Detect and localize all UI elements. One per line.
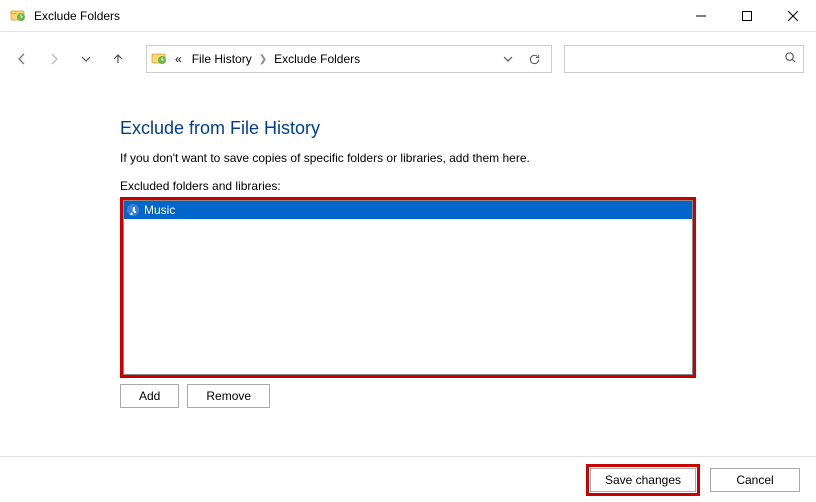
up-button[interactable] bbox=[104, 45, 132, 73]
music-library-icon bbox=[126, 203, 140, 217]
excluded-folders-listbox[interactable]: Music bbox=[123, 200, 693, 375]
search-input[interactable] bbox=[571, 52, 784, 66]
minimize-button[interactable] bbox=[678, 0, 724, 32]
search-box[interactable] bbox=[564, 45, 804, 73]
recent-dropdown-icon[interactable] bbox=[72, 45, 100, 73]
page-title: Exclude from File History bbox=[120, 118, 796, 139]
remove-button[interactable]: Remove bbox=[187, 384, 270, 408]
location-icon bbox=[151, 51, 167, 67]
window-title: Exclude Folders bbox=[34, 9, 678, 23]
list-item-label: Music bbox=[144, 203, 175, 217]
list-buttons: Add Remove bbox=[120, 384, 796, 408]
save-changes-button[interactable]: Save changes bbox=[590, 468, 696, 492]
excluded-list-highlight: Music bbox=[120, 197, 696, 378]
window-controls bbox=[678, 0, 816, 32]
title-bar: Exclude Folders bbox=[0, 0, 816, 32]
close-button[interactable] bbox=[770, 0, 816, 32]
address-bar[interactable]: « File History ❯ Exclude Folders bbox=[146, 45, 552, 73]
add-button[interactable]: Add bbox=[120, 384, 179, 408]
breadcrumb-prefix[interactable]: « bbox=[171, 52, 186, 66]
breadcrumb: « File History ❯ Exclude Folders bbox=[171, 52, 495, 66]
content-area: Exclude from File History If you don't w… bbox=[0, 78, 816, 408]
breadcrumb-part[interactable]: Exclude Folders bbox=[270, 52, 364, 66]
dialog-footer: Save changes Cancel bbox=[0, 456, 816, 502]
navigation-bar: « File History ❯ Exclude Folders bbox=[0, 40, 816, 78]
breadcrumb-separator-icon: ❯ bbox=[258, 54, 268, 65]
page-description: If you don't want to save copies of spec… bbox=[120, 151, 796, 165]
forward-button[interactable] bbox=[40, 45, 68, 73]
save-button-highlight: Save changes bbox=[586, 464, 700, 496]
search-icon[interactable] bbox=[784, 51, 797, 67]
breadcrumb-part[interactable]: File History bbox=[188, 52, 256, 66]
back-button[interactable] bbox=[8, 45, 36, 73]
list-label: Excluded folders and libraries: bbox=[120, 179, 796, 193]
cancel-button[interactable]: Cancel bbox=[710, 468, 800, 492]
refresh-button[interactable] bbox=[521, 53, 547, 66]
address-dropdown-icon[interactable] bbox=[495, 54, 521, 64]
list-item[interactable]: Music bbox=[124, 201, 692, 219]
app-icon bbox=[10, 8, 26, 24]
maximize-button[interactable] bbox=[724, 0, 770, 32]
